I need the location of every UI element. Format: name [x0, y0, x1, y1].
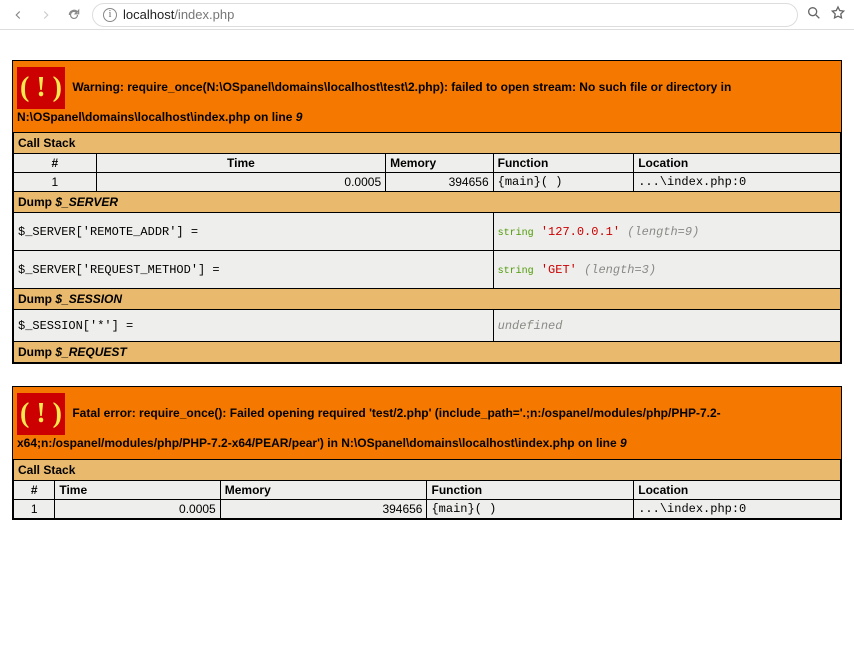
reload-button[interactable]: [64, 5, 84, 25]
xdebug-error-warning: ( ! ) Warning: require_once(N:\OSpanel\d…: [12, 60, 842, 364]
stack-function: {main}( ): [493, 173, 634, 192]
stack-time: 0.0005: [55, 499, 220, 518]
dump-key: $_SERVER['REQUEST_METHOD'] =: [14, 251, 494, 289]
forward-button[interactable]: [36, 5, 56, 25]
zoom-icon[interactable]: [806, 5, 822, 24]
site-info-icon[interactable]: i: [103, 8, 117, 22]
stack-num: 1: [14, 499, 55, 518]
call-stack-heading: Call Stack: [14, 459, 841, 480]
call-stack-heading: Call Stack: [14, 133, 841, 154]
error-badge-icon: ( ! ): [17, 393, 65, 435]
stack-time: 0.0005: [96, 173, 385, 192]
col-memory: Memory: [220, 480, 427, 499]
col-function: Function: [427, 480, 634, 499]
error-type: Fatal error:: [72, 407, 135, 421]
error-message: require_once(N:\OSpanel\domains\localhos…: [127, 80, 731, 94]
error-line: 9: [296, 110, 303, 124]
col-time: Time: [96, 154, 385, 173]
dump-row: $_SESSION['*'] = undefined: [14, 310, 841, 342]
dump-key: $_SERVER['REMOTE_ADDR'] =: [14, 213, 494, 251]
col-memory: Memory: [386, 154, 494, 173]
call-stack-table: Call Stack # Time Memory Function Locati…: [13, 132, 841, 363]
error-type: Warning:: [72, 80, 124, 94]
dump-row: $_SERVER['REMOTE_ADDR'] = string '127.0.…: [14, 213, 841, 251]
dump-value: string 'GET' (length=3): [493, 251, 840, 289]
col-num: #: [14, 480, 55, 499]
stack-location: ...\index.php:0: [634, 499, 841, 518]
dump-server-heading: Dump $_SERVER: [14, 192, 841, 213]
stack-row: 1 0.0005 394656 {main}( ) ...\index.php:…: [14, 499, 841, 518]
error-file: N:\OSpanel\domains\localhost\index.php o…: [17, 110, 292, 124]
dump-value: undefined: [493, 310, 840, 342]
browser-toolbar: i localhost/index.php: [0, 0, 854, 30]
stack-location: ...\index.php:0: [634, 173, 841, 192]
dump-row: $_SERVER['REQUEST_METHOD'] = string 'GET…: [14, 251, 841, 289]
stack-num: 1: [14, 173, 97, 192]
stack-row: 1 0.0005 394656 {main}( ) ...\index.php:…: [14, 173, 841, 192]
col-num: #: [14, 154, 97, 173]
page-content: ( ! ) Warning: require_once(N:\OSpanel\d…: [0, 30, 854, 554]
stack-memory: 394656: [386, 173, 494, 192]
dump-session-heading: Dump $_SESSION: [14, 289, 841, 310]
col-time: Time: [55, 480, 220, 499]
dump-request-heading: Dump $_REQUEST: [14, 342, 841, 363]
stack-function: {main}( ): [427, 499, 634, 518]
dump-key: $_SESSION['*'] =: [14, 310, 494, 342]
url-text: localhost/index.php: [123, 7, 234, 22]
col-location: Location: [634, 154, 841, 173]
error-badge-icon: ( ! ): [17, 67, 65, 109]
bookmark-star-icon[interactable]: [830, 5, 846, 24]
dump-value: string '127.0.0.1' (length=9): [493, 213, 840, 251]
address-bar[interactable]: i localhost/index.php: [92, 3, 798, 27]
xdebug-error-fatal: ( ! ) Fatal error: require_once(): Faile…: [12, 386, 842, 519]
stack-memory: 394656: [220, 499, 427, 518]
error-header: ( ! ) Warning: require_once(N:\OSpanel\d…: [13, 61, 841, 132]
error-line: 9: [620, 436, 627, 450]
col-function: Function: [493, 154, 634, 173]
back-button[interactable]: [8, 5, 28, 25]
error-header: ( ! ) Fatal error: require_once(): Faile…: [13, 387, 841, 458]
call-stack-table: Call Stack # Time Memory Function Locati…: [13, 459, 841, 519]
col-location: Location: [634, 480, 841, 499]
